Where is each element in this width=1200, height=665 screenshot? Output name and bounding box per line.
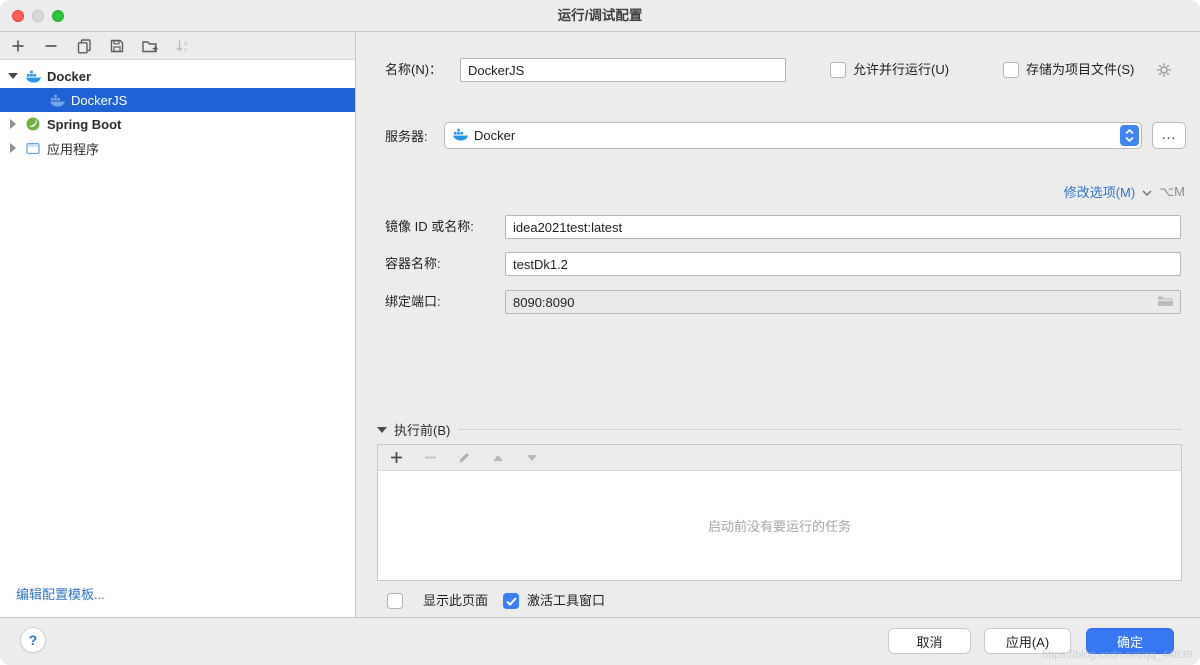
activate-tool-window-checkbox[interactable] — [503, 593, 519, 609]
store-as-project-file-checkbox[interactable] — [1003, 62, 1019, 78]
move-down-icon[interactable] — [524, 450, 540, 466]
chevron-down-icon — [1142, 184, 1152, 199]
before-launch-empty-text: 启动前没有要运行的任务 — [378, 471, 1181, 580]
help-button[interactable]: ? — [20, 627, 46, 653]
tree-item-docker[interactable]: Docker — [0, 64, 355, 88]
tree-item-spring-boot[interactable]: Spring Boot — [0, 112, 355, 136]
image-id-input[interactable] — [505, 215, 1181, 239]
before-launch-header[interactable]: 执行前(B) — [377, 420, 1182, 439]
allow-parallel-checkbox[interactable] — [830, 62, 846, 78]
remove-icon[interactable] — [43, 38, 59, 54]
svg-text:z: z — [184, 48, 187, 53]
move-up-icon[interactable] — [490, 450, 506, 466]
divider — [458, 429, 1182, 430]
tree-item-label: 应用程序 — [47, 139, 99, 158]
modify-options-link[interactable]: 修改选项(M) — [1064, 182, 1136, 201]
save-configuration-icon[interactable] — [109, 38, 125, 54]
server-label: 服务器: — [385, 123, 428, 147]
bind-ports-label: 绑定端口: — [385, 290, 441, 314]
server-more-button[interactable]: … — [1152, 122, 1186, 149]
before-launch-title: 执行前(B) — [394, 420, 450, 439]
dialog-footer: ? 取消 应用(A) 确定 — [0, 617, 1200, 665]
move-to-new-folder-icon[interactable] — [142, 38, 158, 54]
modify-options-row: 修改选项(M) ⌥M — [1064, 182, 1185, 201]
svg-text:a: a — [184, 41, 188, 47]
browse-folder-icon[interactable] — [1157, 294, 1174, 310]
configurations-panel: az Docker DockerJS — [0, 33, 356, 617]
select-stepper-icon[interactable] — [1120, 125, 1139, 146]
tree-item-label: Spring Boot — [47, 117, 121, 132]
spring-boot-icon — [25, 117, 41, 131]
window-title: 运行/调试配置 — [0, 0, 1200, 31]
zoom-button[interactable] — [52, 10, 64, 22]
docker-icon — [49, 94, 65, 107]
configurations-toolbar: az — [0, 33, 355, 60]
activate-tool-window-label: 激活工具窗口 — [527, 591, 605, 611]
store-as-project-file-label: 存储为项目文件(S) — [1026, 60, 1134, 80]
expand-triangle-icon[interactable] — [7, 143, 19, 153]
application-icon — [25, 142, 41, 155]
modify-options-shortcut: ⌥M — [1159, 184, 1185, 200]
expand-triangle-icon[interactable] — [7, 119, 19, 129]
show-this-page-checkbox[interactable] — [387, 593, 403, 609]
server-select-value: Docker — [474, 128, 515, 143]
bind-ports-input[interactable] — [505, 290, 1181, 314]
tree-item-label: Docker — [47, 69, 91, 84]
apply-button[interactable]: 应用(A) — [984, 628, 1071, 654]
docker-icon — [453, 128, 468, 144]
ok-button[interactable]: 确定 — [1086, 628, 1174, 654]
collapse-triangle-icon — [377, 427, 387, 433]
show-this-page-label: 显示此页面 — [423, 591, 488, 611]
allow-parallel-label: 允许并行运行(U) — [853, 60, 949, 80]
run-debug-configurations-dialog: 运行/调试配置 az — [0, 0, 1200, 665]
tree-item-application[interactable]: 应用程序 — [0, 136, 355, 160]
collapse-triangle-icon[interactable] — [7, 73, 19, 79]
tree-item-dockerjs[interactable]: DockerJS — [0, 88, 355, 112]
name-label: 名称(N)： — [385, 58, 442, 82]
tree-item-label: DockerJS — [71, 93, 127, 108]
close-button[interactable] — [12, 10, 24, 22]
configuration-form: 名称(N)： 允许并行运行(U) 存储为项目文件(S) 服务器: Docker … — [357, 32, 1200, 617]
sort-alphabetically-icon[interactable]: az — [175, 38, 191, 54]
docker-icon — [25, 70, 41, 83]
before-launch-toolbar — [378, 445, 1181, 471]
before-launch-tasks-panel: 启动前没有要运行的任务 — [377, 444, 1182, 581]
server-select[interactable]: Docker — [444, 122, 1142, 149]
copy-configuration-icon[interactable] — [76, 38, 92, 54]
container-name-input[interactable] — [505, 252, 1181, 276]
traffic-lights — [12, 10, 64, 22]
container-name-label: 容器名称: — [385, 252, 441, 276]
configurations-tree: Docker DockerJS Spring Boot 应 — [0, 60, 355, 160]
minimize-button — [32, 10, 44, 22]
edit-configuration-templates-link[interactable]: 编辑配置模板... — [16, 584, 105, 603]
titlebar: 运行/调试配置 — [0, 0, 1200, 32]
edit-task-pencil-icon[interactable] — [456, 450, 472, 466]
image-id-label: 镜像 ID 或名称: — [385, 215, 474, 239]
store-options-gear-icon[interactable] — [1156, 62, 1172, 81]
add-icon[interactable] — [10, 38, 26, 54]
remove-task-icon[interactable] — [422, 450, 438, 466]
cancel-button[interactable]: 取消 — [888, 628, 971, 654]
add-task-icon[interactable] — [388, 450, 404, 466]
name-input[interactable] — [460, 58, 786, 82]
